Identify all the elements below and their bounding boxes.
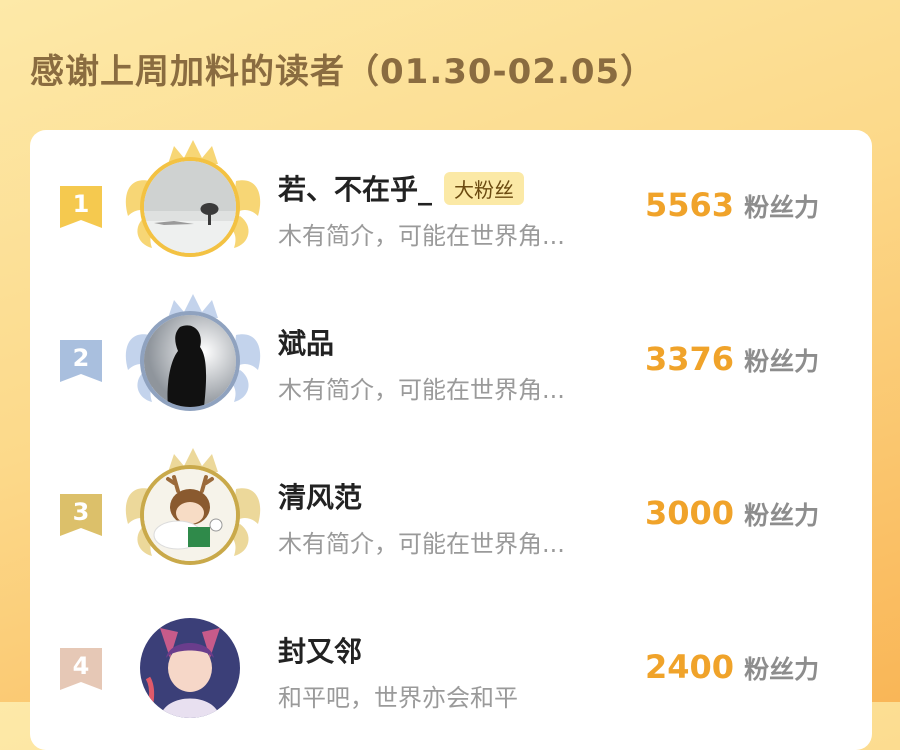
reader-name[interactable]: 若、不在乎_ 大粉丝	[278, 168, 525, 208]
rank-badge: 2	[60, 340, 102, 382]
anime-deer-avatar-icon[interactable]	[140, 465, 240, 565]
reader-row[interactable]: 3 清风范 木有简介，可能在世界角... 3000 粉丝力	[30, 438, 872, 588]
reader-row[interactable]: 1 若、不在乎_ 大粉丝 木有简介，可能在世界角... 5563 粉丝力	[30, 130, 872, 280]
reader-bio: 木有简介，可能在世界角...	[278, 376, 565, 404]
fan-power-score: 3376 粉丝力	[645, 340, 820, 378]
reader-bio: 和平吧，世界亦会和平	[278, 684, 518, 712]
reader-ranking-card: 1 若、不在乎_ 大粉丝 木有简介，可能在世界角... 5563 粉丝力 2 斌…	[30, 130, 872, 750]
reader-name[interactable]: 清风范	[278, 476, 362, 516]
reader-row[interactable]: 2 斌品 木有简介，可能在世界角... 3376 粉丝力	[30, 284, 872, 434]
fan-power-score: 3000 粉丝力	[645, 494, 820, 532]
reader-name[interactable]: 封又邻	[278, 630, 362, 670]
anime-girl-avatar-icon[interactable]	[140, 618, 240, 718]
reader-row[interactable]: 4 封又邻 和平吧，世界亦会和平 2400 粉丝力	[30, 592, 872, 742]
fan-power-score: 2400 粉丝力	[645, 648, 820, 686]
page-title: 感谢上周加料的读者（01.30-02.05）	[30, 52, 656, 92]
fan-power-score: 5563 粉丝力	[645, 186, 820, 224]
fan-level-badge: 大粉丝	[444, 171, 525, 205]
rank-badge: 4	[60, 648, 102, 690]
rank-badge: 3	[60, 494, 102, 536]
silhouette-avatar-icon[interactable]	[140, 311, 240, 411]
reader-bio: 木有简介，可能在世界角...	[278, 530, 565, 558]
reader-name[interactable]: 斌品	[278, 322, 334, 362]
snow-tree-avatar-icon[interactable]	[140, 157, 240, 257]
reader-bio: 木有简介，可能在世界角...	[278, 222, 565, 250]
rank-badge: 1	[60, 186, 102, 228]
